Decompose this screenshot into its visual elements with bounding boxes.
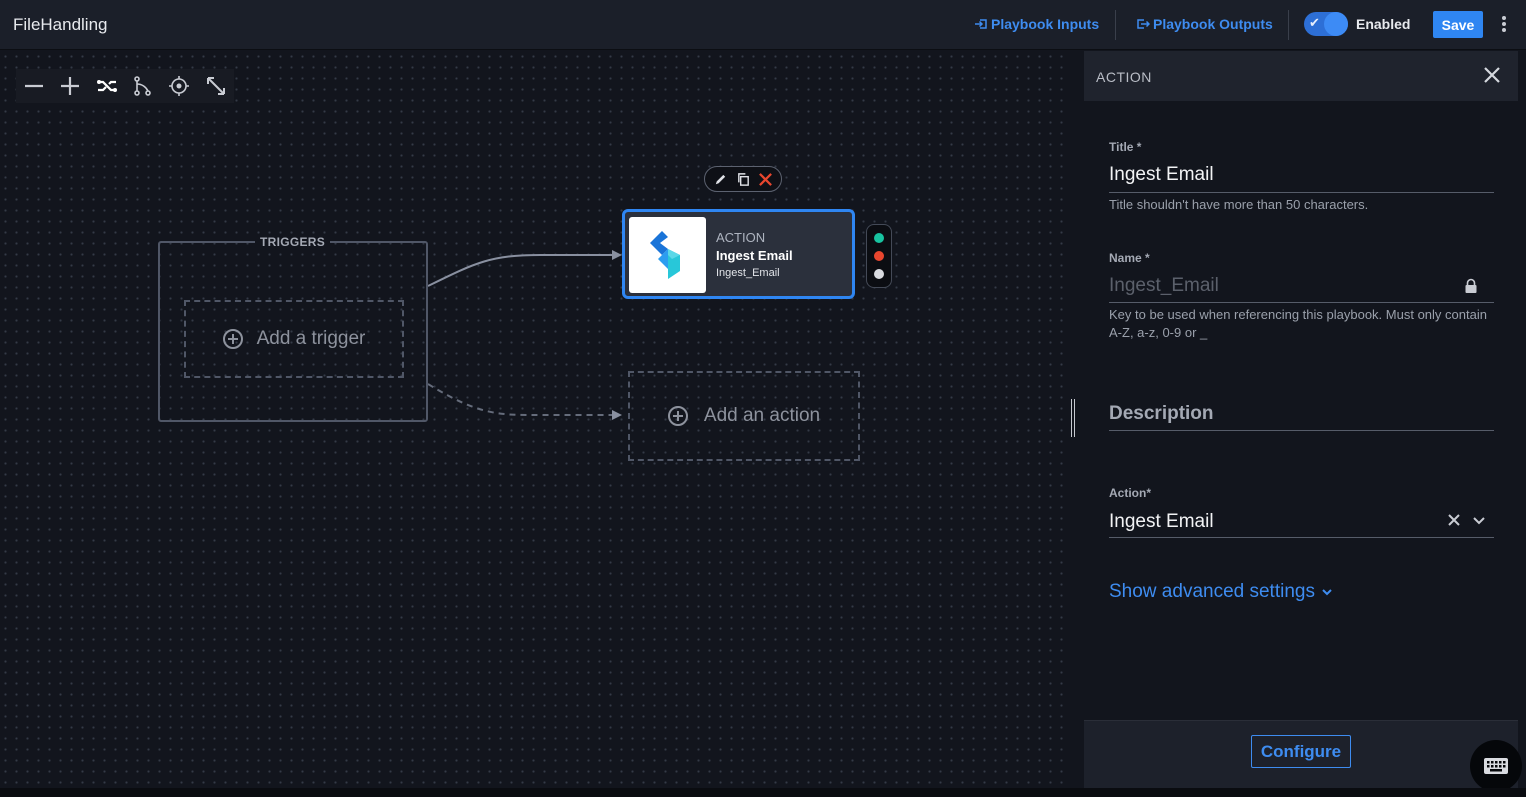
title-label: Title * — [1109, 140, 1142, 154]
chevron-down-icon — [1322, 589, 1332, 596]
toggle-knob — [1324, 12, 1348, 36]
edit-node-button[interactable] — [713, 172, 728, 187]
triggers-container: TRIGGERS Add a trigger — [158, 235, 428, 422]
panel-header: ACTION — [1084, 51, 1518, 101]
keyboard-icon — [1484, 758, 1508, 774]
triggers-label: TRIGGERS — [255, 235, 331, 249]
action-underline — [1109, 537, 1494, 538]
copy-icon — [737, 172, 749, 186]
lock-icon — [1465, 278, 1477, 293]
more-options-icon[interactable] — [1498, 14, 1510, 36]
enabled-toggle[interactable]: ✔ — [1304, 12, 1348, 36]
configure-button[interactable]: Configure — [1251, 735, 1351, 768]
name-help: Key to be used when referencing this pla… — [1109, 307, 1487, 340]
close-icon — [759, 172, 773, 186]
title-input[interactable] — [1109, 161, 1469, 189]
enabled-label: Enabled — [1356, 16, 1411, 32]
panel-title: ACTION — [1096, 69, 1152, 85]
title-underline — [1109, 192, 1494, 193]
output-icon — [1137, 19, 1150, 29]
header-divider — [1115, 10, 1116, 40]
check-icon: ✔ — [1309, 15, 1320, 30]
playbook-outputs-link[interactable]: Playbook Outputs — [1136, 16, 1273, 32]
duplicate-node-button[interactable] — [736, 172, 751, 187]
node-type-label: ACTION — [716, 230, 766, 245]
panel-footer: Configure — [1084, 720, 1518, 789]
keyboard-shortcuts-button[interactable] — [1470, 740, 1522, 792]
top-bar: FileHandling Playbook Inputs Playbook Ou… — [0, 0, 1526, 50]
status-light-success — [874, 233, 884, 243]
action-node[interactable]: ACTION Ingest Email Ingest_Email — [622, 209, 855, 299]
input-icon — [975, 19, 987, 29]
playbook-title: FileHandling — [13, 15, 108, 34]
node-name: Ingest_Email — [716, 267, 780, 279]
playbook-inputs-link[interactable]: Playbook Inputs — [974, 16, 1099, 32]
panel-resize-handle[interactable] — [1071, 399, 1075, 437]
description-field[interactable]: Description — [1109, 403, 1214, 425]
close-panel-icon[interactable] — [1482, 65, 1502, 85]
save-button[interactable]: Save — [1433, 11, 1483, 38]
header-divider — [1288, 10, 1289, 40]
status-light-skipped — [874, 269, 884, 279]
action-label: Action* — [1109, 486, 1151, 500]
node-status-lights — [866, 224, 892, 288]
node-title: Ingest Email — [716, 248, 793, 263]
action-select[interactable]: Ingest Email — [1109, 511, 1214, 533]
title-help: Title shouldn't have more than 50 charac… — [1109, 197, 1369, 212]
delete-node-button[interactable] — [758, 172, 773, 187]
description-underline — [1109, 430, 1494, 431]
show-advanced-settings-link[interactable]: Show advanced settings — [1109, 581, 1333, 603]
add-circle-icon — [667, 406, 688, 426]
action-panel: ACTION Title * Title shouldn't have more… — [1084, 51, 1518, 789]
node-toolbar — [704, 166, 782, 192]
playbook-canvas[interactable]: TRIGGERS Add a trigger Add an action ACT… — [0, 51, 1066, 788]
pencil-icon — [715, 174, 725, 184]
add-circle-icon — [222, 329, 243, 349]
name-input — [1109, 272, 1469, 300]
status-light-failure — [874, 251, 884, 261]
name-underline — [1109, 302, 1494, 303]
chevron-down-icon[interactable] — [1471, 512, 1487, 528]
add-action-button[interactable]: Add an action — [628, 371, 860, 461]
name-label: Name * — [1109, 251, 1150, 265]
integration-logo-icon — [629, 217, 706, 293]
clear-icon[interactable] — [1446, 512, 1462, 528]
add-trigger-button[interactable]: Add a trigger — [184, 300, 404, 378]
bottom-strip — [0, 788, 1526, 797]
